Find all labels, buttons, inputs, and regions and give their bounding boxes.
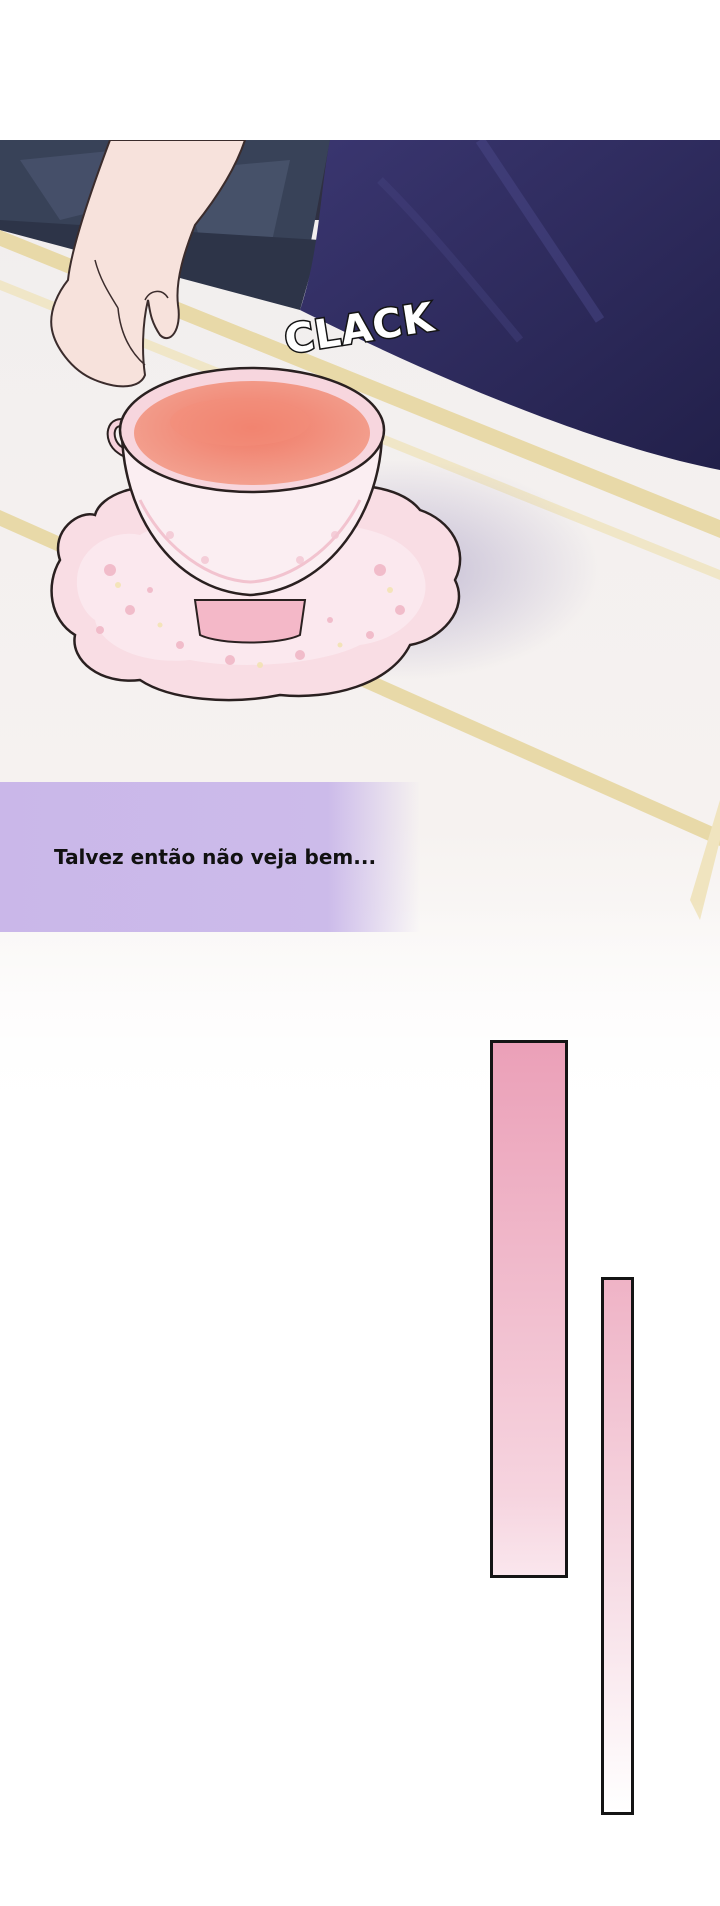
pink-accent-bar-tall [490, 1040, 568, 1578]
caption-text: Talvez então não veja bem... [54, 845, 377, 869]
tea-scene-illustration [0, 140, 720, 1120]
scene-panel [0, 140, 720, 1120]
pink-accent-bar-thin [601, 1277, 634, 1815]
